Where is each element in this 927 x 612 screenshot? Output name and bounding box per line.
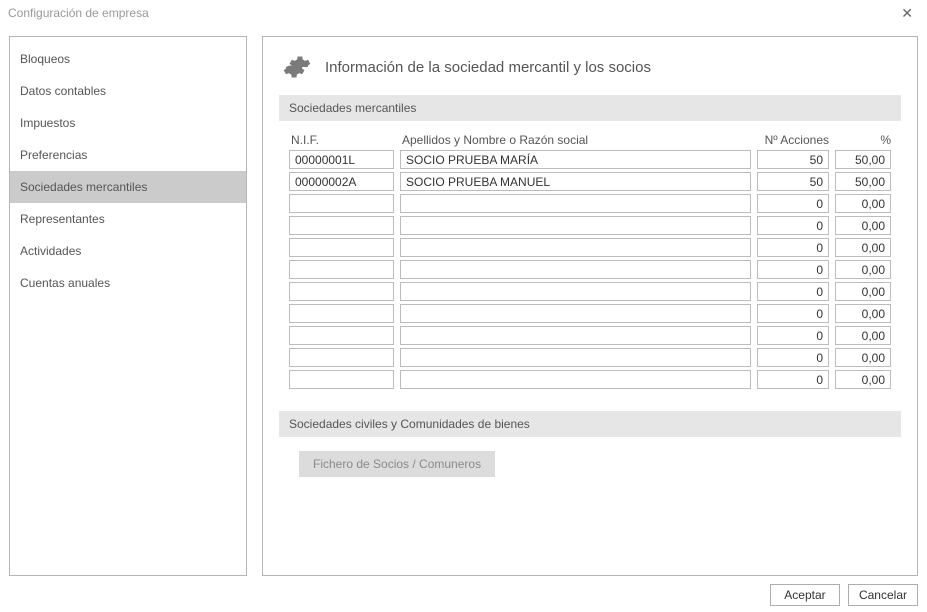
cell-pct[interactable]: 50,00 <box>835 172 891 191</box>
cell-name[interactable] <box>400 304 751 323</box>
gear-icon <box>283 53 311 81</box>
cell-nif[interactable] <box>289 370 394 389</box>
cell-nif[interactable] <box>289 304 394 323</box>
cell-acciones[interactable]: 0 <box>757 326 829 345</box>
cell-acciones[interactable]: 50 <box>757 172 829 191</box>
cell-nif[interactable] <box>289 238 394 257</box>
cell-acciones[interactable]: 0 <box>757 260 829 279</box>
section-header-mercantiles: Sociedades mercantiles <box>279 95 901 121</box>
cell-name[interactable] <box>400 348 751 367</box>
close-icon[interactable]: ✕ <box>895 3 919 24</box>
sidebar-item-cuentas-anuales[interactable]: Cuentas anuales <box>10 267 246 299</box>
table-row: 00,00 <box>289 304 891 323</box>
cell-name[interactable] <box>400 326 751 345</box>
cell-pct[interactable]: 0,00 <box>835 326 891 345</box>
cell-name[interactable] <box>400 216 751 235</box>
cell-name[interactable]: SOCIO PRUEBA MANUEL <box>400 172 751 191</box>
sidebar-item-preferencias[interactable]: Preferencias <box>10 139 246 171</box>
table-row: 00000002A SOCIO PRUEBA MANUEL 50 50,00 <box>289 172 891 191</box>
cell-name[interactable] <box>400 238 751 257</box>
table-row: 00,00 <box>289 348 891 367</box>
sidebar-item-sociedades-mercantiles[interactable]: Sociedades mercantiles <box>10 171 246 203</box>
cell-pct[interactable]: 0,00 <box>835 194 891 213</box>
table-row: 00,00 <box>289 282 891 301</box>
table-row: 00,00 <box>289 260 891 279</box>
cell-acciones[interactable]: 0 <box>757 370 829 389</box>
col-header-pct: % <box>835 133 891 147</box>
sidebar-item-datos-contables[interactable]: Datos contables <box>10 75 246 107</box>
cell-acciones[interactable]: 0 <box>757 238 829 257</box>
cell-name[interactable]: SOCIO PRUEBA MARÍA <box>400 150 751 169</box>
cell-acciones[interactable]: 0 <box>757 304 829 323</box>
accept-button[interactable]: Aceptar <box>770 584 840 606</box>
cell-pct[interactable]: 0,00 <box>835 282 891 301</box>
cell-pct[interactable]: 50,00 <box>835 150 891 169</box>
fichero-socios-button[interactable]: Fichero de Socios / Comuneros <box>299 451 495 477</box>
window-title: Configuración de empresa <box>8 6 149 20</box>
table-row: 00000001L SOCIO PRUEBA MARÍA 50 50,00 <box>289 150 891 169</box>
cell-nif[interactable] <box>289 282 394 301</box>
cell-nif[interactable]: 00000001L <box>289 150 394 169</box>
cell-nif[interactable] <box>289 260 394 279</box>
cell-pct[interactable]: 0,00 <box>835 238 891 257</box>
section-header-civiles: Sociedades civiles y Comunidades de bien… <box>279 411 901 437</box>
col-header-nif: N.I.F. <box>291 133 396 147</box>
cell-acciones[interactable]: 50 <box>757 150 829 169</box>
cell-pct[interactable]: 0,00 <box>835 304 891 323</box>
sidebar-item-actividades[interactable]: Actividades <box>10 235 246 267</box>
cell-name[interactable] <box>400 194 751 213</box>
cell-name[interactable] <box>400 260 751 279</box>
cell-pct[interactable]: 0,00 <box>835 348 891 367</box>
main-panel: Información de la sociedad mercantil y l… <box>262 36 918 576</box>
cell-acciones[interactable]: 0 <box>757 194 829 213</box>
cell-nif[interactable] <box>289 326 394 345</box>
table-row: 00,00 <box>289 370 891 389</box>
sidebar-item-bloqueos[interactable]: Bloqueos <box>10 43 246 75</box>
cell-nif[interactable]: 00000002A <box>289 172 394 191</box>
col-header-name: Apellidos y Nombre o Razón social <box>402 133 751 147</box>
cell-pct[interactable]: 0,00 <box>835 216 891 235</box>
cell-name[interactable] <box>400 282 751 301</box>
sidebar-item-impuestos[interactable]: Impuestos <box>10 107 246 139</box>
sidebar-item-representantes[interactable]: Representantes <box>10 203 246 235</box>
cell-acciones[interactable]: 0 <box>757 282 829 301</box>
cell-pct[interactable]: 0,00 <box>835 370 891 389</box>
table-row: 00,00 <box>289 326 891 345</box>
cell-acciones[interactable]: 0 <box>757 216 829 235</box>
cell-nif[interactable] <box>289 348 394 367</box>
cell-name[interactable] <box>400 370 751 389</box>
table-row: 00,00 <box>289 238 891 257</box>
cancel-button[interactable]: Cancelar <box>848 584 918 606</box>
cell-acciones[interactable]: 0 <box>757 348 829 367</box>
cell-nif[interactable] <box>289 216 394 235</box>
table-row: 00,00 <box>289 194 891 213</box>
cell-nif[interactable] <box>289 194 394 213</box>
page-title: Información de la sociedad mercantil y l… <box>325 59 651 76</box>
sidebar: BloqueosDatos contablesImpuestosPreferen… <box>9 36 247 576</box>
cell-pct[interactable]: 0,00 <box>835 260 891 279</box>
col-header-acciones: Nº Acciones <box>757 133 829 147</box>
table-row: 00,00 <box>289 216 891 235</box>
